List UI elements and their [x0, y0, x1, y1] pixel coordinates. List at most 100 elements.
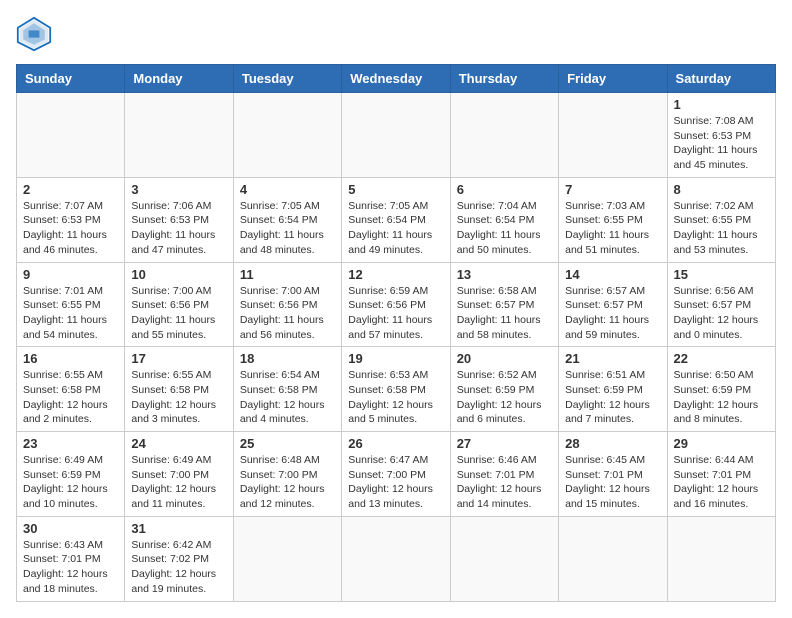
day-number: 11	[240, 267, 335, 282]
calendar-day-cell: 11 Sunrise: 7:00 AM Sunset: 6:56 PM Dayli…	[233, 262, 341, 347]
weekday-header-row: SundayMondayTuesdayWednesdayThursdayFrid…	[17, 65, 776, 93]
calendar-week-row: 9Sunrise: 7:01 AM Sunset: 6:55 PM Daylig…	[17, 262, 776, 347]
day-number: 30	[23, 521, 118, 536]
day-number: 12	[348, 267, 443, 282]
calendar-day-cell: 23 Sunrise: 6:49 AM Sunset: 6:59 PM Dayli…	[17, 432, 125, 517]
logo-icon	[16, 16, 52, 52]
header	[16, 16, 776, 52]
day-number: 22	[674, 351, 769, 366]
weekday-header-wednesday: Wednesday	[342, 65, 450, 93]
day-info: Sunrise: 6:51 AM Sunset: 6:59 PM Dayligh…	[565, 368, 660, 427]
calendar-day-cell: 15 Sunrise: 6:56 AM Sunset: 6:57 PM Dayli…	[667, 262, 775, 347]
calendar-day-cell	[450, 516, 558, 601]
day-info: Sunrise: 6:59 AM Sunset: 6:56 PM Dayligh…	[348, 284, 443, 343]
calendar-day-cell: 29Sunrise: 6:44 AM Sunset: 7:01 PM Dayli…	[667, 432, 775, 517]
day-number: 5	[348, 182, 443, 197]
day-info: Sunrise: 7:03 AM Sunset: 6:55 PM Dayligh…	[565, 199, 660, 258]
day-number: 1	[674, 97, 769, 112]
weekday-header-thursday: Thursday	[450, 65, 558, 93]
day-info: Sunrise: 6:43 AM Sunset: 7:01 PM Dayligh…	[23, 538, 118, 597]
day-number: 18	[240, 351, 335, 366]
day-number: 14	[565, 267, 660, 282]
day-info: Sunrise: 6:56 AM Sunset: 6:57 PM Dayligh…	[674, 284, 769, 343]
calendar-body: 1 Sunrise: 7:08 AM Sunset: 6:53 PM Daylig…	[17, 93, 776, 602]
calendar-day-cell	[342, 93, 450, 178]
calendar-day-cell: 17 Sunrise: 6:55 AM Sunset: 6:58 PM Dayli…	[125, 347, 233, 432]
calendar-day-cell: 4 Sunrise: 7:05 AM Sunset: 6:54 PM Daylig…	[233, 177, 341, 262]
day-info: Sunrise: 6:49 AM Sunset: 7:00 PM Dayligh…	[131, 453, 226, 512]
day-info: Sunrise: 6:54 AM Sunset: 6:58 PM Dayligh…	[240, 368, 335, 427]
calendar-day-cell: 13Sunrise: 6:58 AM Sunset: 6:57 PM Dayli…	[450, 262, 558, 347]
day-number: 17	[131, 351, 226, 366]
calendar-day-cell: 25Sunrise: 6:48 AM Sunset: 7:00 PM Dayli…	[233, 432, 341, 517]
calendar-day-cell	[233, 93, 341, 178]
day-number: 27	[457, 436, 552, 451]
day-info: Sunrise: 7:00 AM Sunset: 6:56 PM Dayligh…	[131, 284, 226, 343]
day-number: 6	[457, 182, 552, 197]
day-number: 26	[348, 436, 443, 451]
day-info: Sunrise: 6:52 AM Sunset: 6:59 PM Dayligh…	[457, 368, 552, 427]
calendar-day-cell: 9Sunrise: 7:01 AM Sunset: 6:55 PM Daylig…	[17, 262, 125, 347]
calendar-day-cell	[667, 516, 775, 601]
calendar-week-row: 23 Sunrise: 6:49 AM Sunset: 6:59 PM Dayli…	[17, 432, 776, 517]
calendar-day-cell: 12 Sunrise: 6:59 AM Sunset: 6:56 PM Dayli…	[342, 262, 450, 347]
calendar-day-cell: 5 Sunrise: 7:05 AM Sunset: 6:54 PM Daylig…	[342, 177, 450, 262]
calendar-day-cell: 8Sunrise: 7:02 AM Sunset: 6:55 PM Daylig…	[667, 177, 775, 262]
day-info: Sunrise: 7:00 AM Sunset: 6:56 PM Dayligh…	[240, 284, 335, 343]
calendar-day-cell: 16 Sunrise: 6:55 AM Sunset: 6:58 PM Dayli…	[17, 347, 125, 432]
calendar-day-cell: 31Sunrise: 6:42 AM Sunset: 7:02 PM Dayli…	[125, 516, 233, 601]
calendar-day-cell	[342, 516, 450, 601]
calendar-week-row: 16 Sunrise: 6:55 AM Sunset: 6:58 PM Dayli…	[17, 347, 776, 432]
calendar-day-cell: 18 Sunrise: 6:54 AM Sunset: 6:58 PM Dayli…	[233, 347, 341, 432]
calendar-day-cell: 21 Sunrise: 6:51 AM Sunset: 6:59 PM Dayli…	[559, 347, 667, 432]
day-number: 24	[131, 436, 226, 451]
calendar-day-cell: 22 Sunrise: 6:50 AM Sunset: 6:59 PM Dayli…	[667, 347, 775, 432]
day-info: Sunrise: 6:47 AM Sunset: 7:00 PM Dayligh…	[348, 453, 443, 512]
logo	[16, 16, 56, 52]
day-info: Sunrise: 7:05 AM Sunset: 6:54 PM Dayligh…	[348, 199, 443, 258]
day-number: 29	[674, 436, 769, 451]
day-number: 10	[131, 267, 226, 282]
calendar-day-cell	[17, 93, 125, 178]
day-info: Sunrise: 7:05 AM Sunset: 6:54 PM Dayligh…	[240, 199, 335, 258]
day-info: Sunrise: 6:42 AM Sunset: 7:02 PM Dayligh…	[131, 538, 226, 597]
day-info: Sunrise: 7:01 AM Sunset: 6:55 PM Dayligh…	[23, 284, 118, 343]
day-info: Sunrise: 6:46 AM Sunset: 7:01 PM Dayligh…	[457, 453, 552, 512]
calendar-week-row: 1 Sunrise: 7:08 AM Sunset: 6:53 PM Daylig…	[17, 93, 776, 178]
day-number: 3	[131, 182, 226, 197]
weekday-header-monday: Monday	[125, 65, 233, 93]
day-info: Sunrise: 7:04 AM Sunset: 6:54 PM Dayligh…	[457, 199, 552, 258]
day-info: Sunrise: 6:55 AM Sunset: 6:58 PM Dayligh…	[23, 368, 118, 427]
day-number: 4	[240, 182, 335, 197]
day-info: Sunrise: 6:45 AM Sunset: 7:01 PM Dayligh…	[565, 453, 660, 512]
day-number: 23	[23, 436, 118, 451]
calendar-day-cell	[559, 516, 667, 601]
calendar-day-cell: 30 Sunrise: 6:43 AM Sunset: 7:01 PM Dayli…	[17, 516, 125, 601]
day-info: Sunrise: 7:08 AM Sunset: 6:53 PM Dayligh…	[674, 114, 769, 173]
day-info: Sunrise: 6:53 AM Sunset: 6:58 PM Dayligh…	[348, 368, 443, 427]
day-info: Sunrise: 6:49 AM Sunset: 6:59 PM Dayligh…	[23, 453, 118, 512]
day-number: 21	[565, 351, 660, 366]
calendar-day-cell: 6 Sunrise: 7:04 AM Sunset: 6:54 PM Daylig…	[450, 177, 558, 262]
calendar-week-row: 30 Sunrise: 6:43 AM Sunset: 7:01 PM Dayli…	[17, 516, 776, 601]
calendar-day-cell: 28Sunrise: 6:45 AM Sunset: 7:01 PM Dayli…	[559, 432, 667, 517]
day-info: Sunrise: 7:07 AM Sunset: 6:53 PM Dayligh…	[23, 199, 118, 258]
calendar-day-cell: 7Sunrise: 7:03 AM Sunset: 6:55 PM Daylig…	[559, 177, 667, 262]
day-info: Sunrise: 6:57 AM Sunset: 6:57 PM Dayligh…	[565, 284, 660, 343]
day-number: 15	[674, 267, 769, 282]
day-info: Sunrise: 7:02 AM Sunset: 6:55 PM Dayligh…	[674, 199, 769, 258]
weekday-header-saturday: Saturday	[667, 65, 775, 93]
calendar-day-cell: 19 Sunrise: 6:53 AM Sunset: 6:58 PM Dayli…	[342, 347, 450, 432]
day-info: Sunrise: 6:58 AM Sunset: 6:57 PM Dayligh…	[457, 284, 552, 343]
day-number: 19	[348, 351, 443, 366]
calendar-week-row: 2Sunrise: 7:07 AM Sunset: 6:53 PM Daylig…	[17, 177, 776, 262]
calendar-day-cell: 14 Sunrise: 6:57 AM Sunset: 6:57 PM Dayli…	[559, 262, 667, 347]
day-info: Sunrise: 6:50 AM Sunset: 6:59 PM Dayligh…	[674, 368, 769, 427]
calendar-day-cell: 3Sunrise: 7:06 AM Sunset: 6:53 PM Daylig…	[125, 177, 233, 262]
day-info: Sunrise: 6:55 AM Sunset: 6:58 PM Dayligh…	[131, 368, 226, 427]
calendar-day-cell: 10 Sunrise: 7:00 AM Sunset: 6:56 PM Dayli…	[125, 262, 233, 347]
calendar-day-cell: 1 Sunrise: 7:08 AM Sunset: 6:53 PM Daylig…	[667, 93, 775, 178]
calendar-day-cell	[559, 93, 667, 178]
weekday-header-sunday: Sunday	[17, 65, 125, 93]
day-number: 16	[23, 351, 118, 366]
